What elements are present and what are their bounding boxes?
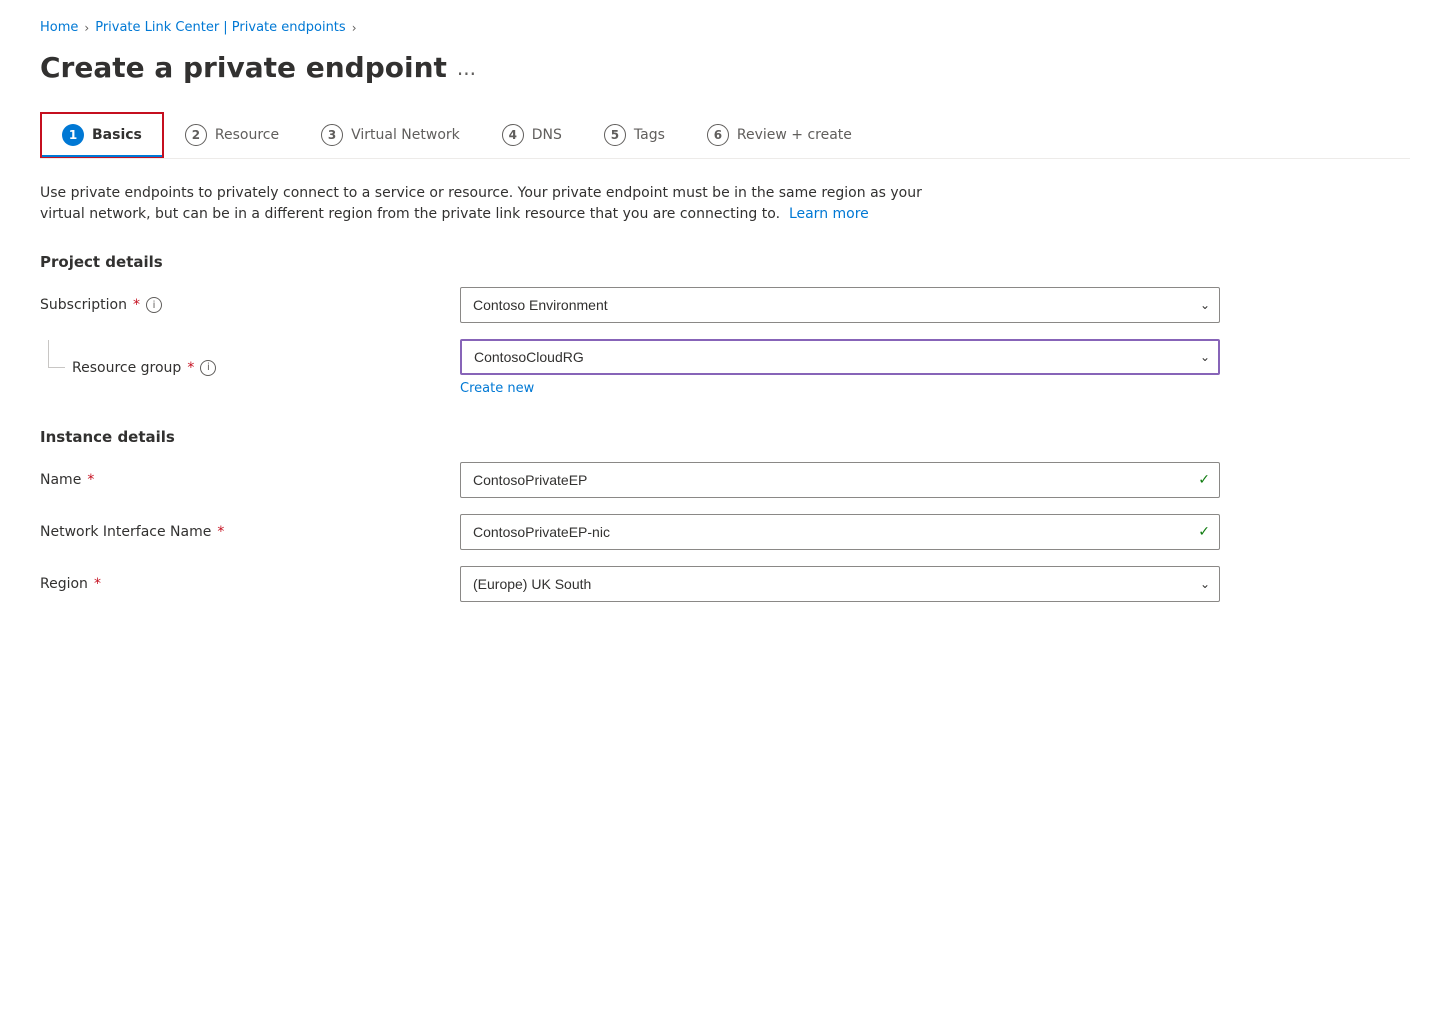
network-interface-name-input[interactable] — [460, 514, 1220, 550]
description-text: Use private endpoints to privately conne… — [40, 183, 940, 225]
page-title-container: Create a private endpoint ... — [40, 51, 1410, 84]
tab-basics-number: 1 — [62, 124, 84, 146]
name-row: Name * ✓ — [40, 462, 1410, 498]
tab-review-create[interactable]: 6 Review + create — [686, 113, 873, 157]
subscription-control-col: Contoso Environment ⌄ — [460, 287, 1220, 323]
breadcrumb: Home › Private Link Center | Private end… — [40, 20, 1410, 35]
tab-dns[interactable]: 4 DNS — [481, 113, 583, 157]
breadcrumb-sep-2: › — [352, 21, 357, 35]
tab-resource-number: 2 — [185, 124, 207, 146]
region-required: * — [94, 576, 101, 592]
network-interface-name-required: * — [217, 524, 224, 540]
breadcrumb-sep-1: › — [84, 21, 89, 35]
resource-group-select[interactable]: ContosoCloudRG — [460, 339, 1220, 375]
region-label-col: Region * — [40, 576, 460, 592]
create-new-link[interactable]: Create new — [460, 381, 534, 396]
subscription-select[interactable]: Contoso Environment — [460, 287, 1220, 323]
name-required: * — [87, 472, 94, 488]
region-control-col: (Europe) UK South ⌄ — [460, 566, 1220, 602]
network-interface-name-label: Network Interface Name — [40, 524, 211, 540]
subscription-required: * — [133, 297, 140, 313]
instance-details-section: Instance details Name * ✓ Network Interf… — [40, 428, 1410, 602]
resource-group-label-col: Resource group * i — [40, 360, 460, 376]
page-title-dots: ... — [457, 56, 476, 80]
tab-review-create-label: Review + create — [737, 127, 852, 143]
tab-resource-label: Resource — [215, 127, 279, 143]
tab-tags-number: 5 — [604, 124, 626, 146]
resource-group-select-wrapper: ContosoCloudRG ⌄ — [460, 339, 1220, 375]
tab-dns-label: DNS — [532, 127, 562, 143]
resource-group-info-icon[interactable]: i — [200, 360, 216, 376]
region-select-wrapper: (Europe) UK South ⌄ — [460, 566, 1220, 602]
subscription-select-wrapper: Contoso Environment ⌄ — [460, 287, 1220, 323]
tab-virtual-network[interactable]: 3 Virtual Network — [300, 113, 481, 157]
name-label-col: Name * — [40, 472, 460, 488]
subscription-row: Subscription * i Contoso Environment ⌄ — [40, 287, 1410, 323]
region-select[interactable]: (Europe) UK South — [460, 566, 1220, 602]
subscription-label: Subscription — [40, 297, 127, 313]
project-details-title: Project details — [40, 253, 1410, 271]
network-interface-name-control-col: ✓ — [460, 514, 1220, 550]
name-input-wrapper: ✓ — [460, 462, 1220, 498]
subscription-label-col: Subscription * i — [40, 297, 460, 313]
tab-resource[interactable]: 2 Resource — [164, 113, 300, 157]
breadcrumb-private-link[interactable]: Private Link Center | Private endpoints — [95, 20, 345, 35]
page-title: Create a private endpoint — [40, 51, 447, 84]
region-row: Region * (Europe) UK South ⌄ — [40, 566, 1410, 602]
name-input[interactable] — [460, 462, 1220, 498]
tab-virtual-network-label: Virtual Network — [351, 127, 460, 143]
network-interface-name-input-wrapper: ✓ — [460, 514, 1220, 550]
resource-group-row: Resource group * i ContosoCloudRG ⌄ Crea… — [40, 339, 1410, 396]
name-control-col: ✓ — [460, 462, 1220, 498]
resource-group-label: Resource group — [72, 360, 181, 376]
network-interface-name-row: Network Interface Name * ✓ — [40, 514, 1410, 550]
tab-basics[interactable]: 1 Basics — [40, 112, 164, 158]
instance-details-title: Instance details — [40, 428, 1410, 446]
region-label: Region — [40, 576, 88, 592]
resource-group-control-col: ContosoCloudRG ⌄ Create new — [460, 339, 1220, 396]
tab-basics-label: Basics — [92, 127, 142, 143]
tab-tags-label: Tags — [634, 127, 665, 143]
resource-group-required: * — [187, 360, 194, 376]
subscription-info-icon[interactable]: i — [146, 297, 162, 313]
tab-dns-number: 4 — [502, 124, 524, 146]
tab-review-create-number: 6 — [707, 124, 729, 146]
learn-more-link[interactable]: Learn more — [789, 206, 869, 222]
tab-virtual-network-number: 3 — [321, 124, 343, 146]
tabs-container: 1 Basics 2 Resource 3 Virtual Network 4 … — [40, 112, 1410, 159]
network-interface-name-label-col: Network Interface Name * — [40, 524, 460, 540]
breadcrumb-home[interactable]: Home — [40, 20, 78, 35]
tab-tags[interactable]: 5 Tags — [583, 113, 686, 157]
project-details-section: Project details Subscription * i Contoso… — [40, 253, 1410, 396]
name-label: Name — [40, 472, 81, 488]
